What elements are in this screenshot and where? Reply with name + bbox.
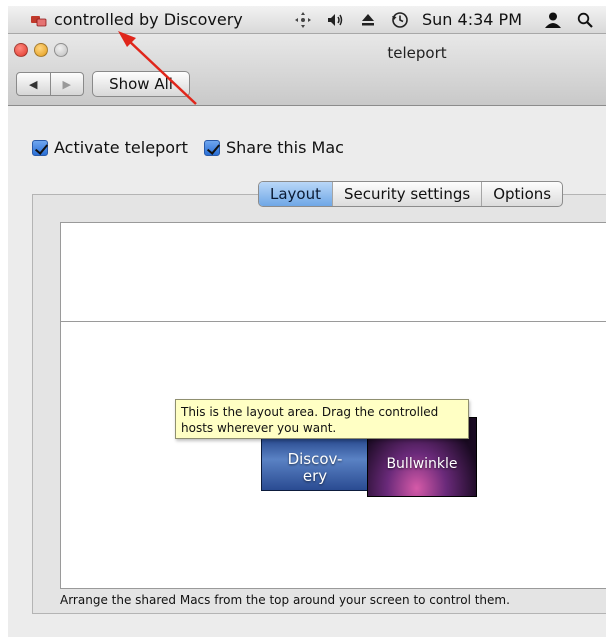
layout-area[interactable]: Discov- ery Bullwinkle This is the layou… (60, 222, 606, 589)
window-title: teleport (387, 44, 447, 62)
activate-teleport-label: Activate teleport (54, 138, 188, 157)
forward-button[interactable]: ▶ (49, 73, 84, 95)
tab-layout[interactable]: Layout (259, 182, 332, 206)
volume-icon[interactable] (320, 6, 352, 33)
tab-security-settings[interactable]: Security settings (332, 182, 481, 206)
show-all-button[interactable]: Show All (92, 71, 190, 97)
share-mac-label: Share this Mac (226, 138, 344, 157)
tab-options[interactable]: Options (481, 182, 562, 206)
activate-teleport-option[interactable]: Activate teleport (32, 138, 188, 157)
time-machine-icon[interactable] (384, 6, 416, 33)
teleport-status: controlled by Discovery (54, 10, 243, 29)
back-button[interactable]: ◀ (17, 73, 50, 95)
window-toolbar: teleport ◀ ▶ Show All (8, 34, 606, 106)
eject-icon[interactable] (352, 6, 384, 33)
host-discovery-label: Discov- ery (287, 450, 343, 485)
user-icon[interactable] (536, 6, 570, 33)
share-mac-option[interactable]: Share this Mac (204, 138, 344, 157)
teleport-menu[interactable]: controlled by Discovery (30, 6, 243, 33)
preferences-window: teleport ◀ ▶ Show All Activate teleport … (8, 34, 606, 637)
layout-tooltip: This is the layout area. Drag the contro… (175, 399, 469, 439)
tab-bar: Layout Security settings Options (258, 181, 564, 207)
spotlight-icon[interactable] (570, 6, 600, 33)
back-forward-control: ◀ ▶ (16, 72, 84, 96)
host-discovery[interactable]: Discov- ery (261, 433, 369, 491)
teleport-icon (30, 13, 48, 27)
host-bullwinkle-label: Bullwinkle (386, 455, 458, 472)
layout-hint: Arrange the shared Macs from the top aro… (60, 593, 510, 607)
activate-teleport-checkbox[interactable] (32, 139, 48, 156)
share-mac-checkbox[interactable] (204, 139, 220, 156)
menu-clock[interactable]: Sun 4:34 PM (422, 6, 522, 33)
move-icon[interactable] (286, 6, 320, 33)
menu-bar: controlled by Discovery Sun 4:34 PM (8, 6, 606, 34)
layout-divider (61, 321, 606, 322)
